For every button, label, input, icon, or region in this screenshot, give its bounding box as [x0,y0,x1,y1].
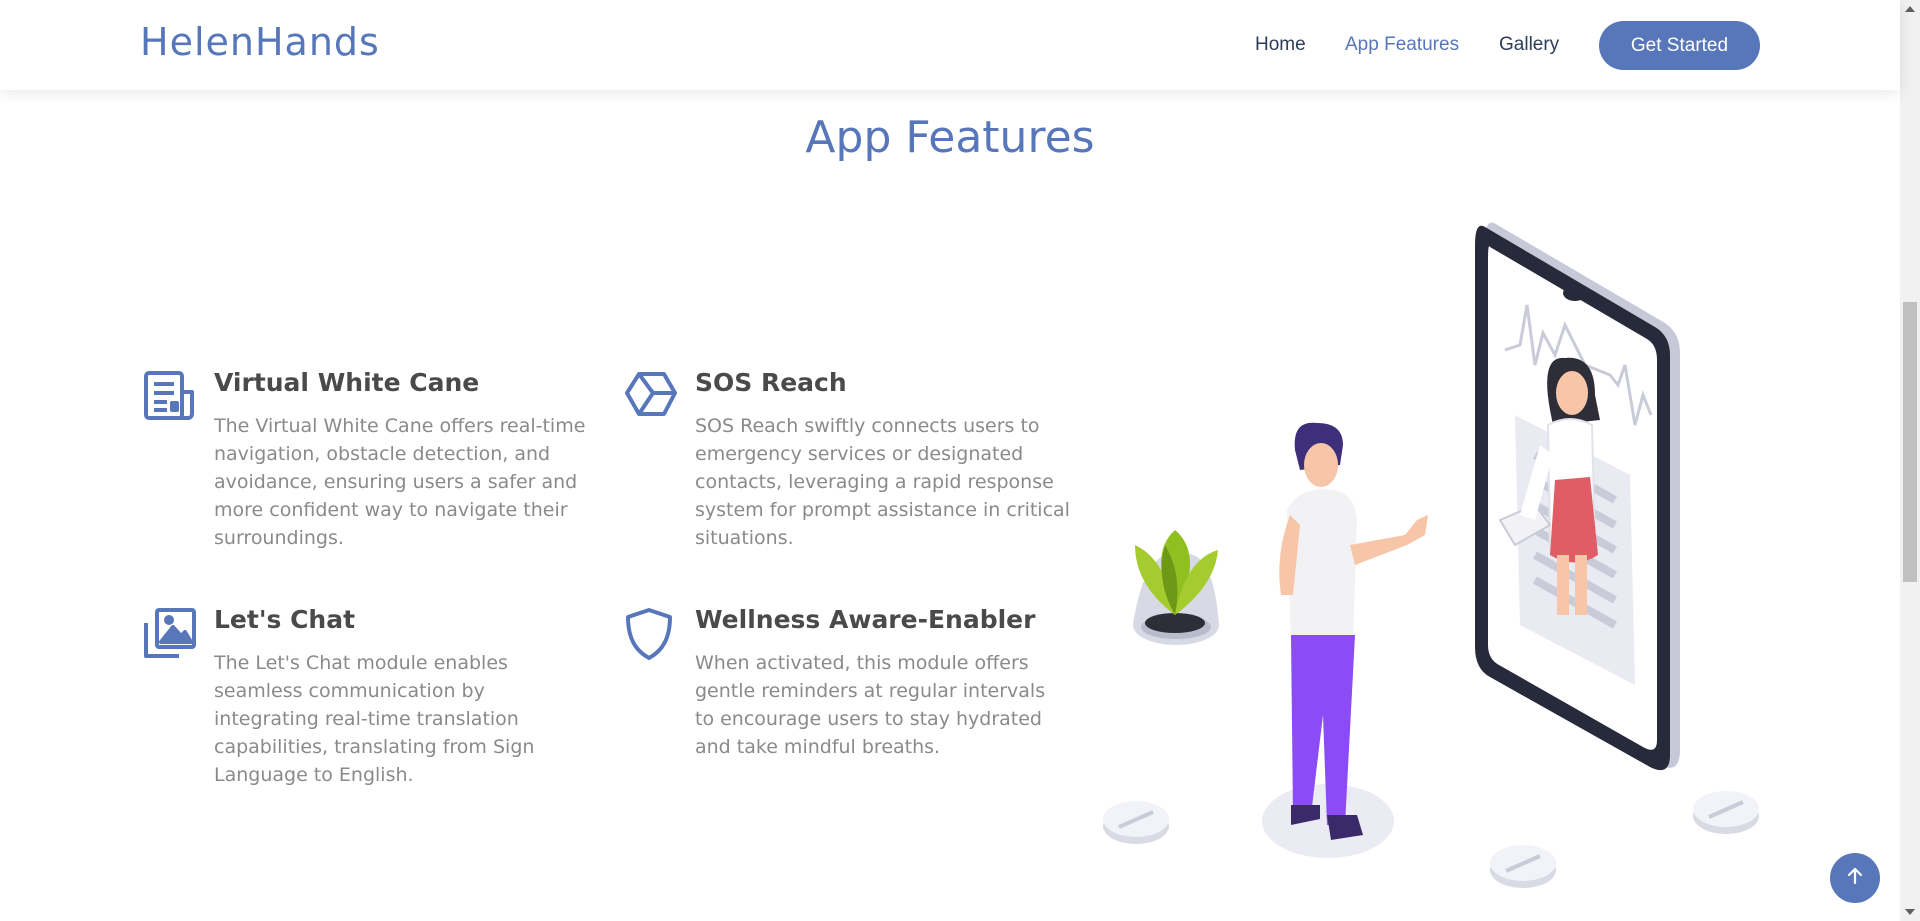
section-title: App Features [805,112,1095,163]
brand-logo[interactable]: HelenHands [140,20,380,64]
nav-app-features[interactable]: App Features [1345,34,1459,56]
get-started-button[interactable]: Get Started [1599,21,1760,70]
shield-icon [624,607,678,661]
images-icon [143,607,197,661]
feature-title: Virtual White Cane [214,368,480,397]
site-header: HelenHands Home App Features Gallery Get… [0,0,1900,90]
feature-description: SOS Reach swiftly connects users to emer… [695,415,1070,549]
feature-description: When activated, this module offers gentl… [695,652,1046,758]
cube-icon [624,370,678,424]
scroll-up-arrow-icon[interactable] [1905,6,1915,12]
arrow-up-icon [1845,866,1865,891]
feature-title: SOS Reach [695,368,847,397]
feature-title: Wellness Aware-Enabler [695,605,1036,634]
feature-description: The Let's Chat module enables seamless c… [214,652,535,786]
page-scrollbar[interactable] [1900,0,1920,921]
feature-title: Let's Chat [214,605,356,634]
feature-description: The Virtual White Cane offers real-time … [214,415,586,549]
scrollbar-thumb[interactable] [1903,302,1917,582]
newspaper-icon [143,370,197,424]
scroll-down-arrow-icon[interactable] [1905,909,1915,915]
nav-gallery[interactable]: Gallery [1499,34,1559,56]
nav-home[interactable]: Home [1255,34,1306,56]
telemedicine-illustration [1095,215,1775,895]
back-to-top-button[interactable] [1830,853,1880,903]
